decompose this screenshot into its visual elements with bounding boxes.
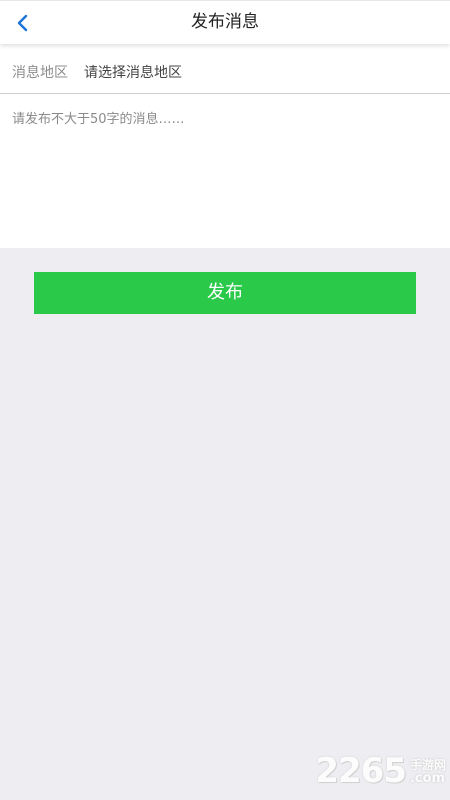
- watermark-digits: 2265: [315, 751, 407, 791]
- watermark-right: 手游网 .com: [410, 758, 446, 788]
- message-form: 消息地区 请选择消息地区: [0, 44, 450, 248]
- page-title: 发布消息: [191, 12, 259, 32]
- publish-button[interactable]: 发布: [34, 272, 416, 314]
- watermark-suffix: .com: [409, 771, 446, 786]
- region-row: 消息地区 请选择消息地区: [0, 52, 450, 94]
- region-select[interactable]: 请选择消息地区: [84, 52, 202, 94]
- watermark-cn: 手游网: [409, 758, 446, 772]
- app-header: 发布消息: [0, 0, 450, 44]
- message-input[interactable]: [0, 102, 450, 242]
- site-watermark: 2265 手游网 .com: [315, 752, 446, 788]
- region-label: 消息地区: [12, 65, 68, 81]
